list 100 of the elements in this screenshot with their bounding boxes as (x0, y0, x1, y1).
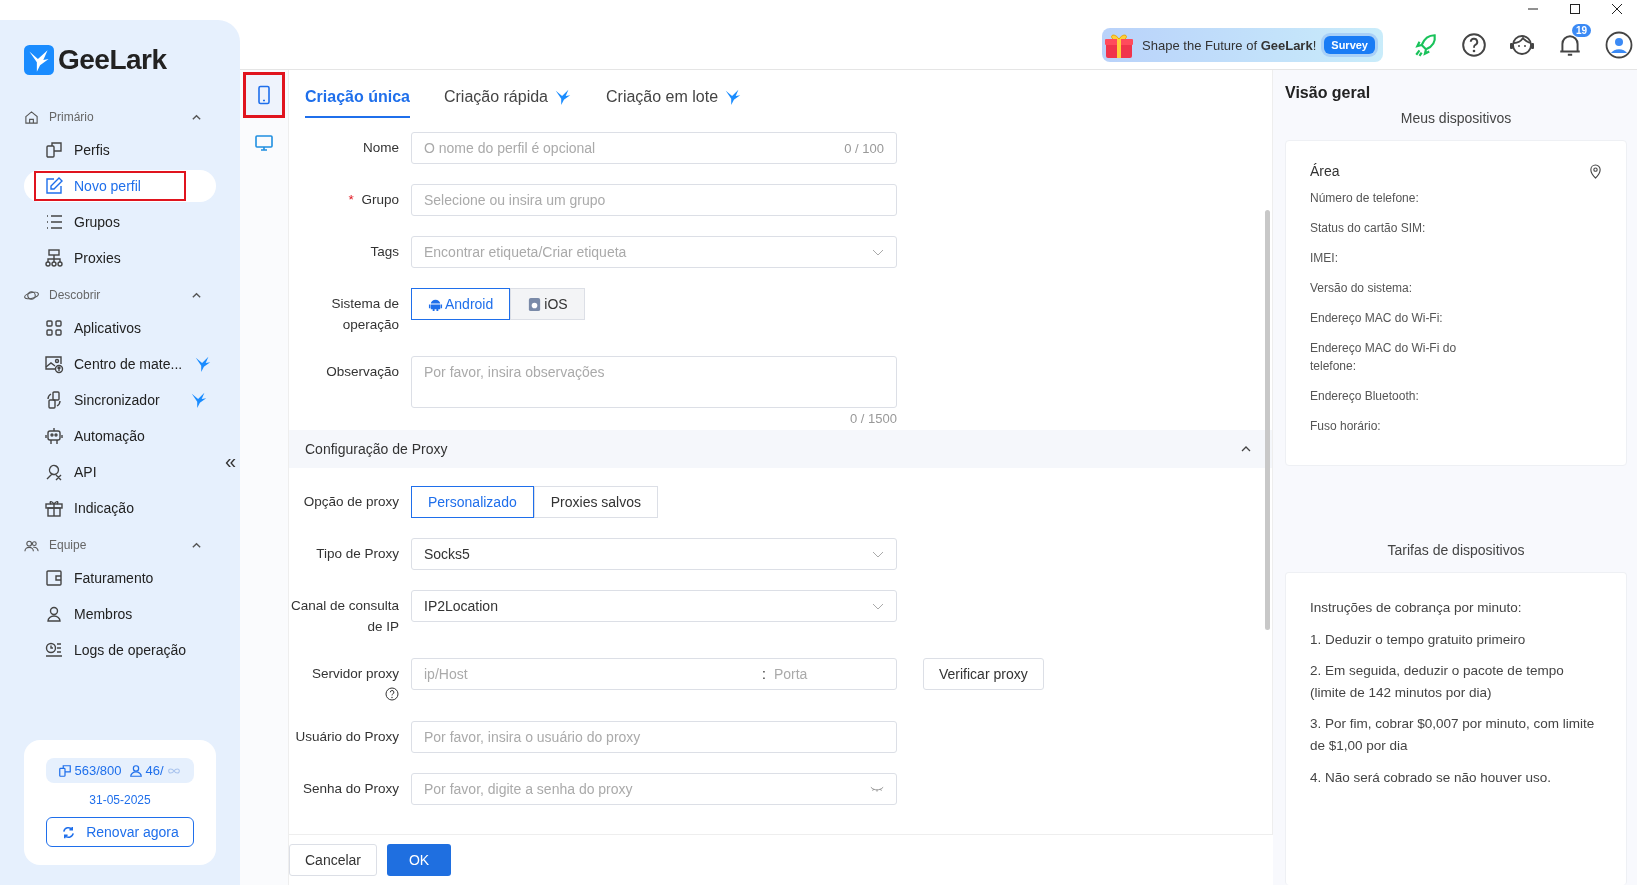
banner-text: Shape the Future of GeeLark! (1142, 37, 1317, 53)
wallet-icon (44, 568, 64, 588)
nav-item[interactable]: Aplicativos (34, 313, 153, 343)
nav-item[interactable]: Perfis (34, 135, 122, 165)
rate-text: 2. Em seguida, deduzir o pacote de tempo (limite de 142 minutos por dia) (1310, 662, 1565, 702)
select-field[interactable]: Socks5 (411, 537, 897, 570)
expiry-date: 31-05-2025 (89, 793, 151, 807)
nav-item[interactable]: Sincronizador (34, 385, 172, 415)
scrollbar[interactable] (1265, 210, 1270, 630)
bird-icon (190, 391, 208, 409)
char-counter: 0 / 1500 (850, 410, 897, 426)
proxy-option[interactable]: Proxies salvos (533, 485, 658, 518)
device-tab[interactable] (243, 72, 285, 118)
maximize-icon[interactable] (1569, 3, 1581, 15)
os-option[interactable]: iOS (510, 288, 585, 320)
home-icon (24, 109, 39, 125)
ok-button[interactable]: OK (387, 844, 452, 876)
apple-icon (527, 296, 543, 312)
gift-icon (44, 498, 64, 518)
nav-item[interactable]: Faturamento (34, 563, 166, 593)
panel-title: Visão geral (1285, 84, 1372, 102)
field-label: Sistema de operação (331, 296, 399, 332)
collapse-button[interactable]: « (224, 450, 236, 473)
port-separator: : (762, 665, 766, 682)
api-icon (44, 462, 64, 482)
user-icon (129, 763, 144, 778)
close-icon[interactable] (1611, 3, 1623, 15)
rate-text: Instruções de cobrança por minuto: (1310, 599, 1523, 617)
nav-item[interactable]: Proxies (34, 243, 133, 273)
select-field[interactable]: IP2Location (411, 589, 897, 622)
edit-icon (44, 176, 64, 196)
info-label: IMEI: (1310, 250, 1339, 267)
devices-icon (58, 763, 73, 778)
gift-box-icon (1104, 31, 1135, 59)
verify-proxy-button[interactable]: Verificar proxy (923, 657, 1044, 690)
infinity-icon (165, 765, 182, 776)
bird-icon (724, 88, 743, 106)
nav-item[interactable]: Logs de operação (34, 635, 199, 665)
location-pin-icon (1589, 163, 1602, 179)
field-label: Senha do Proxy (302, 780, 399, 796)
nav-item[interactable]: Novo perfil (34, 171, 186, 201)
info-label: Endereço MAC do Wi-Fi do telefone: (1310, 340, 1458, 375)
bird-icon (194, 355, 213, 373)
nav-label: Aplicativos (74, 320, 141, 336)
notification-count: 19 (1571, 24, 1591, 37)
nav-label: Indicação (74, 500, 134, 516)
field-label: Usuário do Proxy (295, 728, 399, 744)
nav-label: Novo perfil (74, 178, 141, 194)
os-option[interactable]: Android (411, 288, 511, 320)
profile-quota: 563/800 (74, 763, 122, 778)
avatar-icon[interactable] (1605, 31, 1633, 59)
renew-button[interactable]: Renovar agora (46, 817, 194, 847)
refresh-icon (61, 824, 77, 840)
list-icon (44, 212, 64, 232)
section-title: Descobrir (49, 288, 102, 302)
section-title: Configuração de Proxy (305, 440, 448, 457)
field-label: Tags (370, 244, 399, 259)
field-label: Nome (363, 140, 399, 155)
nav-label: Logs de operação (74, 642, 187, 658)
member-quota: 46/ (145, 763, 164, 778)
nav-item[interactable]: API (34, 457, 109, 487)
info-label: Versão do sistema: (1310, 280, 1414, 297)
field-label: Grupo (361, 192, 399, 207)
user-icon (44, 604, 64, 624)
support-agent-icon[interactable] (1509, 32, 1535, 58)
info-label: Fuso horário: (1310, 418, 1382, 435)
tab[interactable]: Criação única (305, 84, 410, 118)
section-title: Meus dispositivos (1399, 110, 1513, 126)
logo-text: GeeLark (58, 44, 167, 76)
nav-item[interactable]: Automação (34, 421, 157, 451)
tab[interactable]: Criação rápida (443, 84, 572, 118)
field-label: Observação (326, 363, 399, 379)
info-label: Status do cartão SIM: (1310, 220, 1427, 237)
bell-icon[interactable] (1557, 32, 1583, 58)
eye-closed-icon[interactable] (870, 784, 884, 793)
char-counter: 0 / 100 (844, 140, 884, 156)
nav-item[interactable]: Grupos (34, 207, 132, 237)
nav-item[interactable]: Indicação (34, 493, 146, 523)
help-icon[interactable] (1461, 32, 1487, 58)
proxy-section-header[interactable]: Configuração de Proxy (289, 429, 1272, 468)
nav-label: Centro de mate... (74, 356, 183, 372)
proxy-option[interactable]: Personalizado (411, 485, 534, 518)
nav-item[interactable]: Membros (34, 599, 145, 629)
nav-label: Faturamento (74, 570, 154, 586)
field-label: Servidor proxy (311, 665, 399, 681)
info-label: Endereço MAC do Wi-Fi: (1310, 310, 1444, 327)
tab[interactable]: Criação em lote (606, 84, 743, 118)
server-field[interactable]: ip/Host : Porta (411, 657, 897, 690)
nav-label: API (74, 464, 97, 480)
nav-label: Perfis (74, 142, 110, 158)
help-icon[interactable] (385, 686, 399, 701)
section-title: Tarifas de dispositivos (1386, 542, 1526, 558)
nav-item[interactable]: Centro de mate... (34, 349, 195, 379)
survey-banner[interactable]: Shape the Future of GeeLark! Survey (1102, 28, 1383, 62)
nav-label: Sincronizador (74, 392, 160, 408)
section-title: Equipe (49, 538, 88, 552)
field-label: Opção de proxy (303, 493, 399, 509)
cancel-button[interactable]: Cancelar (289, 844, 378, 876)
survey-button[interactable]: Survey (1324, 36, 1375, 54)
field-label: Tipo de Proxy (316, 545, 399, 561)
